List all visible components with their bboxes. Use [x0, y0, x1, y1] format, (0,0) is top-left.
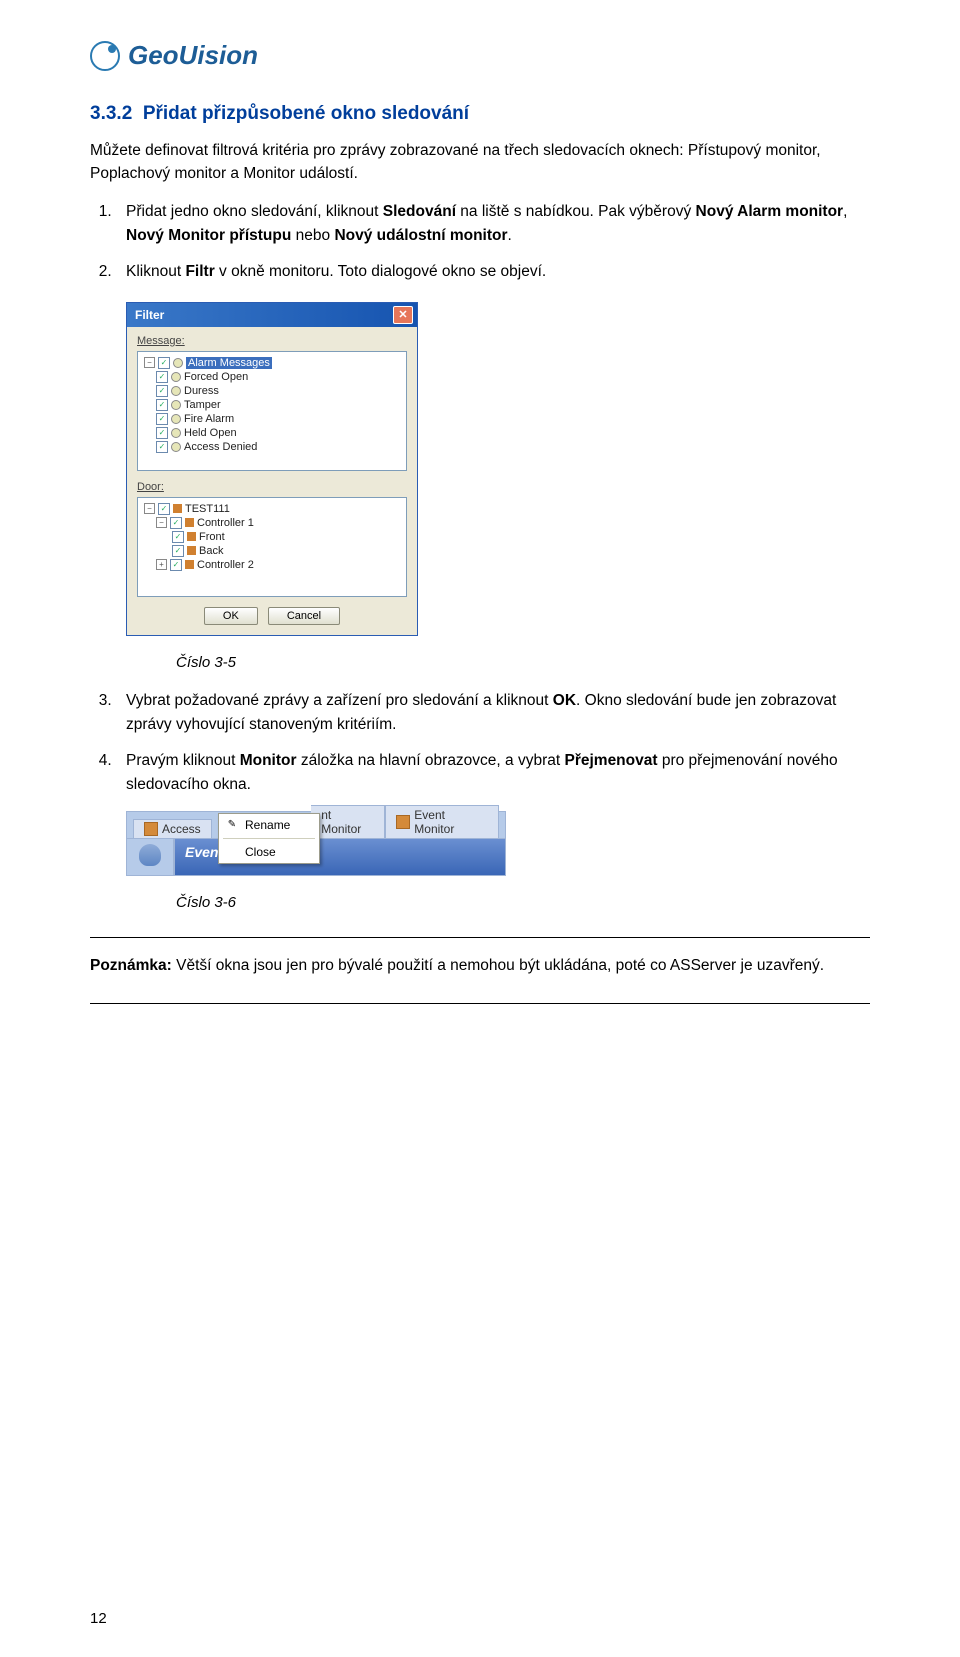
section-heading: 3.3.2 Přidat přizpůsobené okno sledování	[90, 103, 870, 125]
filter-titlebar: Filter ✕	[127, 303, 417, 327]
close-icon[interactable]: ✕	[393, 306, 413, 324]
tab-icon	[144, 822, 158, 836]
context-menu-figure: Access nt Monitor Event Monitor Event ✎ …	[126, 811, 506, 876]
door-label: Door:	[137, 481, 407, 493]
menu-rename[interactable]: ✎ Rename	[219, 814, 319, 836]
tab-nt-monitor[interactable]: nt Monitor	[311, 805, 385, 838]
logo-icon	[90, 41, 120, 71]
context-menu: ✎ Rename Close	[218, 813, 320, 864]
left-strip	[126, 839, 174, 876]
tab-icon	[396, 815, 410, 829]
steps-list-cont: Vybrat požadované zprávy a zařízení pro …	[90, 689, 870, 797]
step-1: Přidat jedno okno sledování, kliknout Sl…	[116, 200, 870, 248]
note-text: Větší okna jsou jen pro bývalé použití a…	[172, 957, 824, 974]
separator-top	[90, 937, 870, 938]
figure-caption-2: Číslo 3-6	[176, 894, 870, 911]
menu-separator	[223, 838, 315, 839]
cancel-button[interactable]: Cancel	[268, 607, 340, 625]
filter-dialog-figure: Filter ✕ Message: −✓Alarm Messages ✓Forc…	[126, 302, 870, 636]
page-number: 12	[90, 1610, 107, 1627]
tab-access[interactable]: Access	[133, 819, 212, 838]
menu-close[interactable]: Close	[219, 841, 319, 863]
steps-list: Přidat jedno okno sledování, kliknout Sl…	[90, 200, 870, 284]
note-paragraph: Poznámka: Větší okna jsou jen pro bývalé…	[90, 954, 870, 977]
logo: GeoUision	[90, 40, 870, 71]
ok-button[interactable]: OK	[204, 607, 258, 625]
step-3: Vybrat požadované zprávy a zařízení pro …	[116, 689, 870, 737]
step-2: Kliknout Filtr v okně monitoru. Toto dia…	[116, 260, 870, 284]
note-label: Poznámka:	[90, 957, 172, 974]
filter-dialog: Filter ✕ Message: −✓Alarm Messages ✓Forc…	[126, 302, 418, 636]
separator-bottom	[90, 1003, 870, 1004]
filter-title-text: Filter	[135, 308, 164, 322]
logo-text: GeoUision	[128, 40, 258, 71]
intro-paragraph: Můžete definovat filtrová kritéria pro z…	[90, 139, 870, 186]
rename-icon: ✎	[225, 818, 239, 832]
section-title-text: Přidat přizpůsobené okno sledování	[143, 103, 469, 124]
tab-event-monitor[interactable]: Event Monitor	[385, 805, 499, 838]
message-tree[interactable]: −✓Alarm Messages ✓Forced Open ✓Duress ✓T…	[137, 351, 407, 471]
step-4: Pravým kliknout Monitor záložka na hlavn…	[116, 749, 870, 797]
close-icon	[225, 845, 239, 859]
section-number: 3.3.2	[90, 103, 132, 124]
figure-caption-1: Číslo 3-5	[176, 654, 870, 671]
message-label: Message:	[137, 335, 407, 347]
drum-icon	[139, 844, 161, 866]
door-tree[interactable]: −✓TEST111 −✓Controller 1 ✓Front ✓Back +✓…	[137, 497, 407, 597]
